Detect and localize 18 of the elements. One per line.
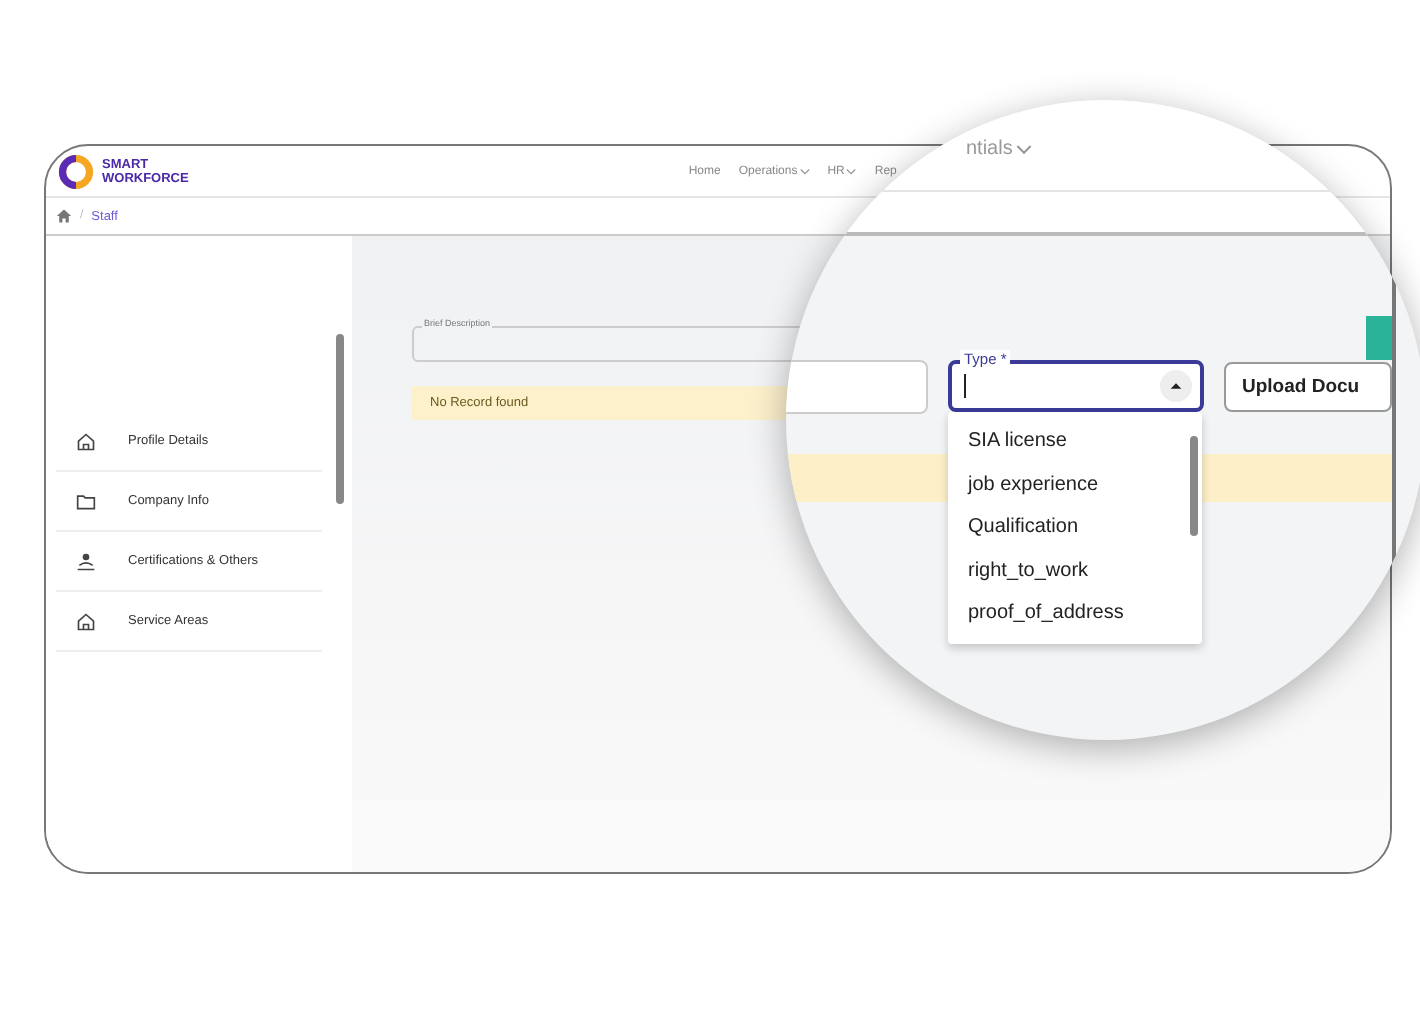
- chevron-icon: [846, 167, 857, 175]
- dropdown-toggle-button[interactable]: [1160, 370, 1192, 402]
- caret-icon: [1170, 382, 1182, 390]
- dropdown-option[interactable]: proof_of_address: [948, 592, 1202, 635]
- home-icon: [76, 431, 96, 451]
- dropdown-option[interactable]: job experience: [948, 463, 1202, 506]
- chevron-icon: [799, 167, 810, 175]
- chevron-icon: [1016, 143, 1033, 155]
- upload-button[interactable]: Upload Docu: [1224, 362, 1392, 412]
- home-icon[interactable]: [56, 208, 72, 224]
- folder-icon: [76, 491, 96, 511]
- dropdown-option[interactable]: SIA license: [948, 420, 1202, 463]
- person-icon: [76, 551, 96, 571]
- dropdown-option[interactable]: Qualification: [948, 506, 1202, 549]
- input-field[interactable]: [786, 360, 928, 414]
- home-icon: [76, 611, 96, 631]
- dropdown-option[interactable]: right_to_work: [948, 549, 1202, 592]
- logo-icon: [58, 153, 94, 189]
